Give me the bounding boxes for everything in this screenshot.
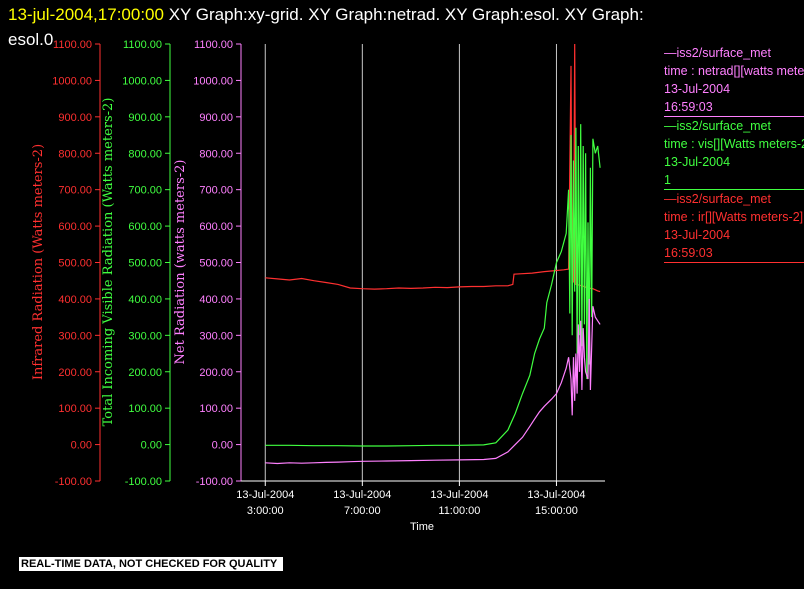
y-tick-label: 500.00 xyxy=(58,258,92,270)
y-tick-label: 200.00 xyxy=(199,367,233,379)
y-tick-label: 800.00 xyxy=(58,148,92,160)
x-tick-label-date: 13-Jul-2004 xyxy=(430,489,488,501)
x-tick-label-time: 11:00:00 xyxy=(438,505,480,517)
y-tick-label: 300.00 xyxy=(128,330,162,342)
y-tick-label: 100.00 xyxy=(199,403,233,415)
y-tick-label: 300.00 xyxy=(58,330,92,342)
y-tick-label: 100.00 xyxy=(128,403,162,415)
legend-entry-ir: —iss2/surface_met time : ir[][Watts mete… xyxy=(664,190,804,263)
y-tick-label: 100.00 xyxy=(58,403,92,415)
y-tick-label: 800.00 xyxy=(199,148,233,160)
legend-date: 13-Jul-2004 xyxy=(664,82,731,96)
legend-variable: time : ir[][Watts meters-2] xyxy=(664,210,804,224)
x-axis-label: Time xyxy=(410,521,434,533)
y-tick-label: 1100.00 xyxy=(194,39,233,51)
x-tick-label-time: 3:00:00 xyxy=(247,505,284,517)
y-tick-label: 700.00 xyxy=(128,185,162,197)
y-tick-label: 600.00 xyxy=(199,221,233,233)
y-axis-label-1: Total Incoming Visible Radiation (Watts … xyxy=(101,98,116,427)
legend-variable: time : netrad[][watts meters-2] xyxy=(664,64,804,78)
series-infrared xyxy=(265,43,601,293)
y-tick-label: 200.00 xyxy=(58,367,92,379)
legend-value: 16:59:03 xyxy=(664,246,713,260)
x-tick-label-date: 13-Jul-2004 xyxy=(333,489,391,501)
series-netrad xyxy=(265,298,601,465)
legend-value: 16:59:03 xyxy=(664,100,713,114)
y-tick-label: 1100.00 xyxy=(53,39,92,51)
legend-entry-vis: —iss2/surface_met time : vis[][Watts met… xyxy=(664,117,804,190)
y-tick-label: 600.00 xyxy=(128,221,162,233)
y-axis-label-2: Net Radiation (watts meters-2) xyxy=(173,160,188,365)
legend-source: —iss2/surface_met xyxy=(664,192,771,206)
y-axis-label-0: Infrared Radiation (Watts meters-2) xyxy=(31,144,46,380)
x-tick-label-time: 15:00:00 xyxy=(535,505,578,517)
series-visible xyxy=(265,124,601,447)
y-tick-label: 1000.00 xyxy=(193,75,233,87)
y-tick-label: 700.00 xyxy=(199,185,233,197)
y-tick-label: 200.00 xyxy=(128,367,162,379)
y-tick-label: -100.00 xyxy=(55,476,92,488)
y-tick-label: -100.00 xyxy=(125,476,162,488)
x-tick-label-time: 7:00:00 xyxy=(344,505,381,517)
y-tick-label: 900.00 xyxy=(128,112,162,124)
y-tick-label: 900.00 xyxy=(199,112,233,124)
y-tick-label: 700.00 xyxy=(58,185,92,197)
y-tick-label: 900.00 xyxy=(58,112,92,124)
x-tick-label-date: 13-Jul-2004 xyxy=(236,489,294,501)
legend-date: 13-Jul-2004 xyxy=(664,155,731,169)
legend-value: 1 xyxy=(664,173,671,187)
y-tick-label: 600.00 xyxy=(58,221,92,233)
x-tick-label-date: 13-Jul-2004 xyxy=(527,489,585,501)
y-tick-label: 300.00 xyxy=(199,330,233,342)
legend-entry-netrad: —iss2/surface_met time : netrad[][watts … xyxy=(664,44,804,117)
y-tick-label: 0.00 xyxy=(212,440,233,452)
legend-source: —iss2/surface_met xyxy=(664,119,771,133)
y-tick-label: 1000.00 xyxy=(122,75,162,87)
y-tick-label: 400.00 xyxy=(199,294,233,306)
y-tick-label: -100.00 xyxy=(196,476,233,488)
y-tick-label: 500.00 xyxy=(128,258,162,270)
y-tick-label: 800.00 xyxy=(128,148,162,160)
legend-source: —iss2/surface_met xyxy=(664,46,771,60)
legend: —iss2/surface_met time : netrad[][watts … xyxy=(664,44,804,263)
y-tick-label: 400.00 xyxy=(128,294,162,306)
y-tick-label: 1100.00 xyxy=(123,39,162,51)
y-tick-label: 0.00 xyxy=(71,440,92,452)
legend-variable: time : vis[][Watts meters-2] xyxy=(664,137,804,151)
legend-date: 13-Jul-2004 xyxy=(664,228,731,242)
y-tick-label: 1000.00 xyxy=(52,75,92,87)
y-tick-label: 400.00 xyxy=(58,294,92,306)
y-tick-label: 500.00 xyxy=(199,258,233,270)
quality-note: REAL-TIME DATA, NOT CHECKED FOR QUALITY xyxy=(19,557,284,571)
y-tick-label: 0.00 xyxy=(141,440,162,452)
